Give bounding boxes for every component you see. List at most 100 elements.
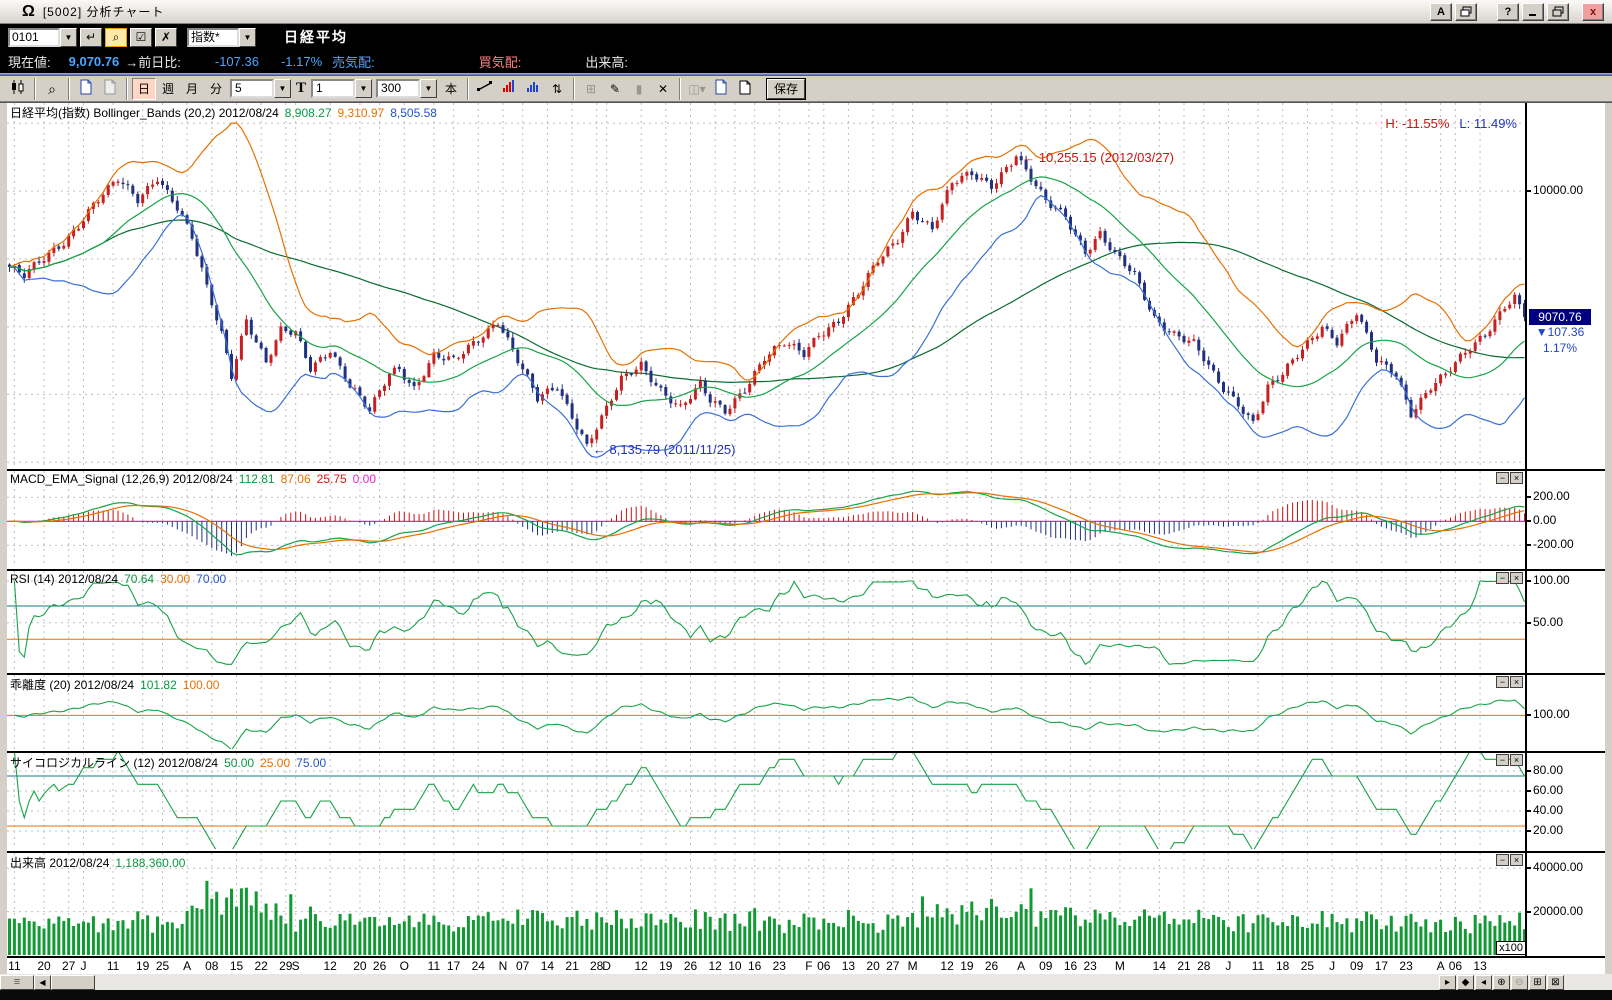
x-axis-label: 17 (447, 959, 460, 973)
copy-window-button[interactable] (1455, 3, 1477, 21)
panel-close-button[interactable]: × (1510, 854, 1523, 866)
x-axis-label: 26 (985, 959, 998, 973)
register-button[interactable]: ☑ (130, 28, 152, 47)
axis-label: 100.00 (1533, 573, 1570, 587)
peak-annotation: ← 10,255.15 (2012/03/27) (1022, 150, 1174, 165)
trendline-button[interactable] (473, 78, 497, 100)
trendline-icon (477, 79, 493, 93)
rsi-plot[interactable]: RSI (14) 2012/08/2470.6430.0070.00 −× (7, 571, 1527, 673)
volume-blue-button[interactable] (521, 78, 545, 100)
clone-window-button[interactable] (733, 78, 757, 100)
help-button[interactable]: ? (1497, 3, 1519, 21)
period-week-button[interactable]: 週 (156, 78, 180, 100)
close-button[interactable]: x (1582, 3, 1604, 21)
bar-count-dropdown-arrow[interactable]: ▼ (420, 79, 437, 98)
symbol-name: 日経平均 (284, 27, 348, 47)
period-day-button[interactable]: 日 (132, 78, 156, 100)
symbol-code-input[interactable] (8, 28, 60, 47)
bar-count-select[interactable]: 300 ▼ (376, 79, 437, 98)
panel-minimize-button[interactable]: − (1496, 854, 1509, 866)
tick-select[interactable]: 1 ▼ (311, 79, 372, 98)
indicator-value: 30.00 (160, 572, 190, 586)
panel-minimize-button[interactable]: − (1496, 472, 1509, 484)
corner-button-0[interactable]: ▸ (1439, 975, 1456, 990)
x-axis-label: 19 (659, 959, 672, 973)
candlestick-chart-button[interactable] (6, 78, 30, 100)
corner-button-5[interactable]: ⊞ (1529, 975, 1546, 990)
window-title: [5002] 分析チャート (43, 3, 165, 20)
splitter-grip[interactable]: ≡ (0, 975, 34, 990)
corner-button-2[interactable]: ◂ (1475, 975, 1492, 990)
change-label: →前日比: (125, 52, 181, 71)
panel-minimize-button[interactable]: − (1496, 754, 1509, 766)
minimize-button[interactable] (1522, 3, 1544, 21)
restore-icon (1552, 6, 1564, 17)
indicator-value: 50.00 (224, 756, 254, 770)
period-month-button[interactable]: 月 (180, 78, 204, 100)
volume-plot[interactable]: 出来高 2012/08/241,188,360.00 −× x100 (7, 853, 1527, 957)
enter-button[interactable]: ↵ (80, 28, 102, 47)
indicator-value: 9,310.97 (338, 106, 385, 120)
panel-close-button[interactable]: × (1510, 754, 1523, 766)
search-button[interactable]: ⌕ (105, 28, 127, 47)
volume-overlay-red-button[interactable] (497, 78, 521, 100)
indicator-value: 112.81 (239, 472, 275, 486)
x-axis-label: 26 (373, 959, 386, 973)
corner-button-1[interactable]: ◆ (1457, 975, 1474, 990)
x-axis-label: A (183, 959, 191, 973)
scroll-left-button[interactable]: ◀ (34, 975, 51, 990)
category-dropdown-arrow[interactable]: ▼ (239, 28, 256, 47)
restore-button[interactable] (1547, 3, 1569, 21)
minute-dropdown-arrow[interactable]: ▼ (274, 79, 291, 98)
period-minute-button[interactable]: 分 (204, 78, 228, 100)
clear-button[interactable]: ✗ (155, 28, 177, 47)
volume-chart (7, 853, 1527, 955)
category-value: 指数* (187, 28, 239, 47)
panel-minimize-button[interactable]: − (1496, 676, 1509, 688)
psychological-plot[interactable]: サイコロジカルライン (12) 2012/08/2450.0025.0075.0… (7, 753, 1527, 851)
tick-dropdown-arrow[interactable]: ▼ (355, 79, 372, 98)
indicator-value: 8,505.58 (390, 106, 437, 120)
price-plot[interactable]: 日経平均(指数) Bollinger_Bands (20,2) 2012/08/… (7, 103, 1527, 469)
scale-button[interactable]: ⇅ (545, 78, 569, 100)
corner-button-4[interactable]: ⊖ (1511, 975, 1528, 990)
x-axis-label: 06 (1449, 959, 1462, 973)
panel-minimize-button[interactable]: − (1496, 572, 1509, 584)
symbol-dropdown-arrow[interactable]: ▼ (60, 28, 77, 47)
eraser-icon: ▮ (636, 82, 643, 96)
x-axis-label: 15 (230, 959, 243, 973)
minute-select[interactable]: 5 ▼ (230, 79, 291, 98)
symbol-code-field: ▼ (8, 28, 77, 47)
panel-close-button[interactable]: × (1510, 572, 1523, 584)
chart-area: 日経平均(指数) Bollinger_Bands (20,2) 2012/08/… (0, 102, 1612, 956)
macd-plot[interactable]: MACD_EMA_Signal (12,26,9) 2012/08/24112.… (7, 471, 1527, 569)
volume-red-icon (502, 79, 516, 93)
x-axis-label: F (805, 959, 812, 973)
panel-close-button[interactable]: × (1510, 472, 1523, 484)
x-axis-label: A (1437, 959, 1445, 973)
new-window-button[interactable] (709, 78, 733, 100)
copy-chart-button[interactable] (98, 78, 122, 100)
panel-close-button[interactable]: × (1510, 676, 1523, 688)
pencil-button[interactable]: ✎ (603, 78, 627, 100)
save-button[interactable]: 保存 (767, 79, 805, 99)
bid-label: 買気配: (479, 52, 522, 71)
corner-button-3[interactable]: ⊕ (1493, 975, 1510, 990)
grid-button[interactable]: ⊞ (579, 78, 603, 100)
indicator-value: 8,908.27 (285, 106, 332, 120)
font-button[interactable]: A (1430, 3, 1452, 21)
delete-button[interactable]: ✕ (651, 78, 675, 100)
scrollbar-thumb[interactable] (51, 975, 95, 990)
kairi-axis: 100.00 (1527, 675, 1603, 751)
layout-button[interactable]: ◫▾ (685, 78, 709, 100)
kairi-plot[interactable]: 乖離度 (20) 2012/08/24101.82100.00 −× (7, 675, 1527, 751)
x-axis-label: 18 (1276, 959, 1289, 973)
chart-toolbar: ⌕ 日 週 月 分 5 ▼ T 1 ▼ 300 ▼ 本 (0, 76, 1612, 102)
x-axis-label: 19 (136, 959, 149, 973)
zoom-button[interactable]: ⌕ (40, 78, 64, 100)
x-axis-label: 23 (1084, 959, 1097, 973)
new-chart-button[interactable] (74, 78, 98, 100)
eraser-button[interactable]: ▮ (627, 78, 651, 100)
category-select[interactable]: 指数* ▼ (187, 28, 256, 47)
corner-button-6[interactable]: ⊠ (1547, 975, 1564, 990)
